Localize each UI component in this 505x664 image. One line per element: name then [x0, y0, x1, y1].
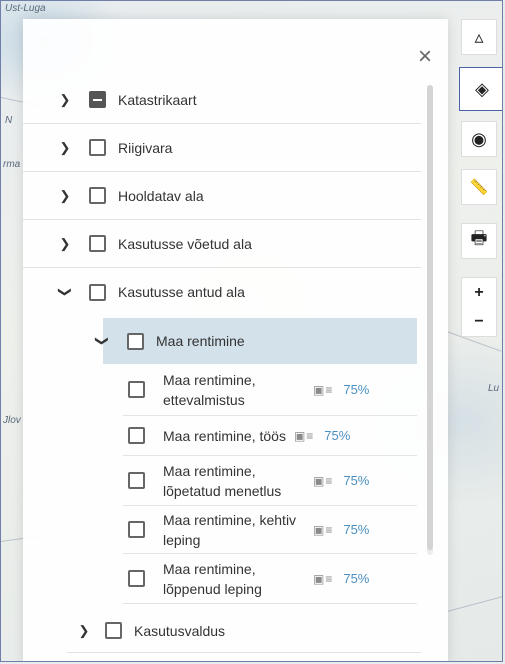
map-view[interactable]: Ust-Luga N rma Lu Jlov × ❯ Katastrikaart… — [0, 0, 503, 662]
scrollbar-thumb[interactable] — [427, 85, 433, 550]
ruler-icon[interactable]: 📏 — [461, 169, 497, 205]
layer-label: Maa rentimine, ettevalmistus — [163, 371, 256, 408]
layer-label: Maa rentimine, lõppenud leping — [163, 560, 262, 597]
legend-icon[interactable]: ▣≡ — [313, 572, 333, 586]
map-label: Ust-Luga — [5, 3, 46, 14]
layer-label: Maa rentimine, lõpetatud menetlus — [163, 462, 282, 499]
leaf-layer-item[interactable]: Maa rentimine, lõppenud leping ▣≡ 75% — [123, 554, 417, 604]
layer-label: Maa rentimine — [156, 333, 245, 349]
zoom-control: + − — [461, 277, 497, 337]
layer-checkbox[interactable] — [128, 381, 145, 398]
chevron-down-icon[interactable]: ❯ — [94, 334, 110, 348]
layer-checkbox[interactable] — [89, 139, 106, 156]
map-label: rma — [3, 159, 21, 170]
layer-checkbox[interactable] — [89, 187, 106, 204]
layer-panel: × ❯ Katastrikaart ❯ Riigivara ❯ Hooldata… — [23, 19, 448, 661]
print-icon[interactable]: 🖶 — [461, 223, 497, 259]
chevron-right-icon[interactable]: ❯ — [58, 140, 72, 156]
opacity-value[interactable]: 75% — [343, 382, 369, 397]
layer-checkbox[interactable] — [127, 332, 144, 350]
opacity-value[interactable]: 75% — [343, 571, 369, 586]
close-icon[interactable]: × — [413, 45, 437, 69]
layer-label: Maa rentimine, kehtiv leping — [163, 511, 297, 548]
opacity-value[interactable]: 75% — [343, 473, 369, 488]
layer-label: Hooldatav ala — [118, 187, 204, 204]
chevron-right-icon[interactable]: ❯ — [58, 236, 72, 252]
layer-item-hooldatav-ala[interactable]: ❯ Hooldatav ala — [23, 172, 421, 220]
locate-icon[interactable]: ◉ — [461, 121, 497, 157]
layer-item-kasutusvaldus[interactable]: ❯ Kasutusvaldus — [67, 609, 421, 653]
layer-checkbox[interactable] — [128, 521, 145, 538]
chevron-right-icon[interactable]: ❯ — [77, 623, 91, 639]
layer-label: Kasutusvaldus — [134, 622, 226, 639]
layer-label: Riigivara — [118, 139, 173, 156]
map-road — [447, 595, 502, 612]
leaf-layer-item[interactable]: Maa rentimine, kehtiv leping ▣≡ 75% — [123, 506, 417, 554]
layer-label: Katastrikaart — [118, 91, 197, 108]
layer-checkbox[interactable] — [128, 427, 145, 444]
legend-icon[interactable]: ▣≡ — [294, 429, 314, 443]
zoom-in-button[interactable]: + — [474, 284, 483, 302]
layer-checkbox[interactable] — [128, 570, 145, 587]
map-label: Jlov — [3, 415, 21, 426]
layer-checkbox[interactable] — [89, 235, 106, 252]
leaf-layer-item[interactable]: Maa rentimine, lõpetatud menetlus ▣≡ 75% — [123, 456, 417, 506]
layer-label: Kasutusse võetud ala — [118, 235, 252, 252]
layer-item-riigivara[interactable]: ❯ Riigivara — [23, 124, 421, 172]
layer-label: Maa rentimine, töös — [163, 427, 286, 444]
sublayer-maa-rentimine[interactable]: ❯ Maa rentimine — [95, 318, 417, 364]
map-label: Lu — [488, 383, 500, 394]
legend-icon[interactable]: ▣≡ — [313, 523, 333, 537]
chevron-down-icon[interactable]: ❯ — [57, 285, 73, 299]
layer-checkbox[interactable] — [105, 622, 122, 639]
leaf-layer-item[interactable]: Maa rentimine, töös ▣≡ 75% — [123, 416, 417, 456]
layer-checkbox[interactable] — [89, 283, 106, 301]
shapes-icon[interactable]: ▵ — [461, 19, 497, 55]
layer-checkbox[interactable] — [128, 472, 145, 489]
legend-icon[interactable]: ▣≡ — [313, 474, 333, 488]
chevron-right-icon[interactable]: ❯ — [58, 188, 72, 204]
map-label: N — [5, 115, 13, 126]
chevron-right-icon[interactable]: ❯ — [58, 92, 72, 108]
layer-item-katastrikaart[interactable]: ❯ Katastrikaart — [23, 76, 421, 124]
layer-item-kasutusse-antud-ala[interactable]: ❯ Kasutusse antud ala — [23, 268, 421, 316]
legend-icon[interactable]: ▣≡ — [313, 383, 333, 397]
layer-checkbox[interactable] — [89, 91, 106, 108]
opacity-value[interactable]: 75% — [343, 522, 369, 537]
layers-icon[interactable]: ◈ — [459, 67, 502, 111]
layer-label: Kasutusse antud ala — [118, 284, 245, 300]
leaf-layer-item[interactable]: Maa rentimine, ettevalmistus ▣≡ 75% — [123, 364, 417, 416]
zoom-out-button[interactable]: − — [474, 313, 483, 331]
layer-item-kasutusse-votetud-ala[interactable]: ❯ Kasutusse võetud ala — [23, 220, 421, 268]
opacity-value[interactable]: 75% — [324, 428, 350, 443]
